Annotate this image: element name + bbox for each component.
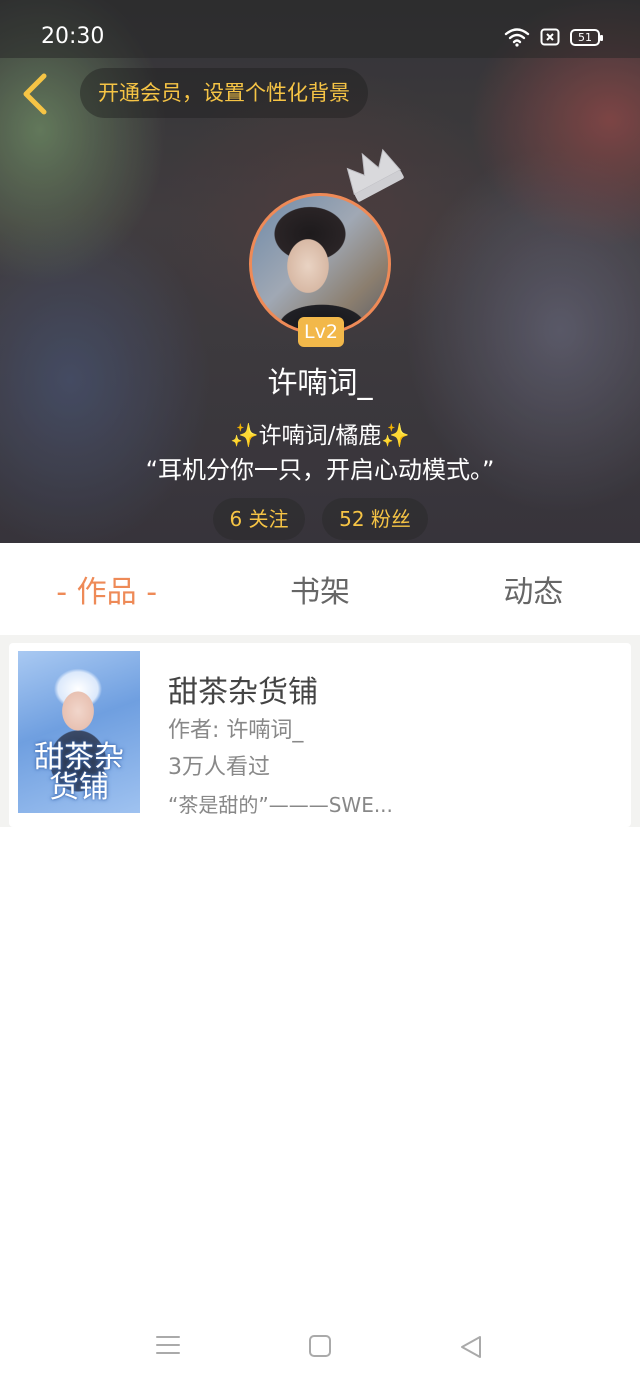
status-icons: 51 — [504, 27, 603, 47]
work-title: 甜茶杂货铺 — [168, 675, 318, 710]
signature-line2: “耳机分你一只，开启心动模式。” — [145, 456, 495, 484]
wifi-icon — [504, 27, 530, 47]
chevron-left-icon — [23, 73, 47, 115]
profile-tabs: - 作品 - 书架 动态 — [0, 543, 640, 635]
back-triangle-icon[interactable] — [458, 1334, 484, 1364]
tab-bookshelf[interactable]: 书架 — [213, 567, 426, 611]
home-square-icon[interactable] — [308, 1334, 332, 1362]
cover-title: 甜茶杂货铺 — [34, 740, 124, 805]
followers-count-button[interactable]: 52 粉丝 — [322, 498, 428, 540]
signature-names: 许喃词/橘鹿 — [258, 423, 382, 449]
sparkle-icon: ✨ — [381, 423, 411, 449]
avatar-image — [249, 193, 391, 335]
work-description: “茶是甜的”———SWE... — [168, 793, 393, 817]
work-author: 作者: 许喃词_ — [168, 718, 304, 743]
system-nav-bar — [0, 1300, 640, 1387]
avatar[interactable] — [249, 193, 391, 335]
following-count-button[interactable]: 6 关注 — [213, 498, 305, 540]
work-views: 3万人看过 — [168, 755, 270, 780]
book-cover: 甜茶杂货铺 — [18, 651, 140, 813]
tab-activity[interactable]: 动态 — [427, 567, 640, 611]
profile-header: 20:30 51 开通会员，设置个性化背景 Lv2 许喃词_ ✨许喃词/橘鹿✨ … — [0, 0, 640, 543]
signature-line1: ✨许喃词/橘鹿✨ — [0, 416, 640, 450]
battery-icon: 51 — [570, 28, 603, 46]
sparkle-icon: ✨ — [229, 423, 259, 449]
menu-icon[interactable] — [155, 1334, 181, 1360]
username: 许喃词_ — [267, 366, 373, 401]
sim-icon — [540, 28, 560, 46]
level-badge: Lv2 — [298, 317, 344, 347]
work-list-item[interactable]: 甜茶杂货铺 甜茶杂货铺 作者: 许喃词_ 3万人看过 “茶是甜的”———SWE.… — [9, 643, 631, 827]
tab-works[interactable]: - 作品 - — [0, 567, 213, 611]
vip-background-banner[interactable]: 开通会员，设置个性化背景 — [80, 68, 368, 118]
status-time: 20:30 — [41, 24, 105, 49]
back-button[interactable] — [18, 72, 54, 116]
divider — [0, 635, 640, 643]
